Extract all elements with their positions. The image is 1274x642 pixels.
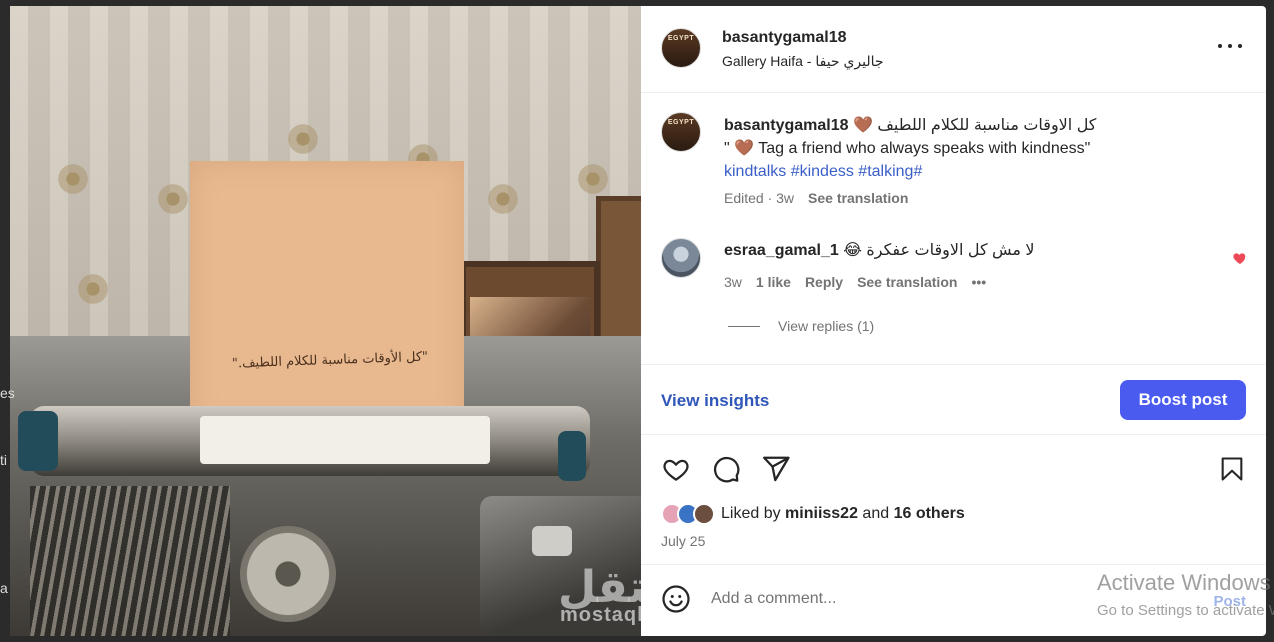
- comment-options-icon[interactable]: •••: [971, 274, 986, 290]
- reply-button[interactable]: Reply: [805, 274, 843, 290]
- paper-bail: [200, 416, 490, 464]
- liked-by-text[interactable]: Liked by miniiss22 and 16 others: [721, 505, 965, 523]
- commenter-avatar[interactable]: [661, 238, 701, 278]
- post-details-panel: EGYPT basantygamal18 Gallery Haifa - جال…: [641, 6, 1266, 636]
- edge-text: a: [0, 580, 8, 596]
- caption-arabic-text: كل الاوقات مناسبة للكلام اللطيف: [877, 117, 1097, 134]
- comment-liked-heart-icon[interactable]: [1232, 250, 1248, 266]
- replies-line: [728, 325, 760, 327]
- comment-text: لا مش كل الاوقات عفكرة: [866, 242, 1035, 259]
- paper-quote: "كل الأوقات مناسبة للكلام اللطيف.": [231, 349, 429, 372]
- view-replies-button[interactable]: View replies (1): [728, 318, 874, 334]
- likes-summary: Liked by miniiss22 and 16 others: [661, 503, 965, 525]
- laughing-emoji: 😂: [843, 242, 862, 259]
- commenter-username[interactable]: esraa_gamal_1: [724, 242, 839, 259]
- post-location[interactable]: Gallery Haifa - جاليري حيفا: [722, 53, 884, 70]
- liker-avatar[interactable]: [693, 503, 715, 525]
- post-actions: [661, 454, 791, 484]
- liked-by-prefix: Liked by: [721, 505, 786, 522]
- comment-bubble-icon[interactable]: [711, 454, 741, 484]
- roller-knob: [558, 431, 586, 481]
- author-username[interactable]: basantygamal18: [722, 29, 847, 47]
- comment-meta: 3w 1 like Reply See translation •••: [724, 274, 986, 290]
- divider: [641, 434, 1266, 435]
- curtain-pattern: [70, 266, 116, 312]
- emoji-smiley-icon[interactable]: [661, 584, 691, 614]
- more-options-button[interactable]: [1218, 40, 1242, 52]
- see-translation-link[interactable]: See translation: [857, 274, 957, 290]
- add-comment-row: Add a comment...: [661, 584, 836, 614]
- brown-heart-emoji: 🤎: [734, 140, 755, 157]
- author-avatar[interactable]: EGYPT: [661, 28, 701, 68]
- liked-by-and: and: [857, 505, 894, 522]
- view-insights-link[interactable]: View insights: [661, 391, 769, 411]
- edge-text: es: [0, 385, 15, 401]
- divider: [641, 92, 1266, 93]
- camera-badge: [532, 526, 572, 556]
- curtain-pattern: [280, 116, 326, 162]
- roller-knob: [18, 411, 58, 471]
- activate-windows-subtitle: Go to Settings to activate Windows.: [1097, 602, 1274, 619]
- more-horizontal-icon: [1218, 44, 1222, 48]
- post-caption: basantygamal18 🤎 كل الاوقات مناسبة للكلا…: [724, 114, 1224, 183]
- typewriter-roller: [30, 406, 590, 476]
- boost-post-button[interactable]: Boost post: [1120, 380, 1246, 420]
- curtain-pattern: [480, 176, 526, 222]
- bookmark-save-icon[interactable]: [1218, 454, 1246, 484]
- post-photo[interactable]: "كل الأوقات مناسبة للكلام اللطيف." مستقل: [10, 6, 641, 636]
- ribbon-reel: [240, 526, 336, 622]
- caption-hashtags[interactable]: kindtalks #kindess #talking#: [724, 160, 1224, 183]
- curtain-pattern: [50, 156, 96, 202]
- comment-input[interactable]: Add a comment...: [711, 590, 836, 608]
- divider: [641, 564, 1266, 565]
- typewriter-paper: "كل الأوقات مناسبة للكلام اللطيف.": [190, 161, 464, 431]
- avatar-text: EGYPT: [667, 35, 695, 42]
- caption-quote-mark: ": [724, 140, 730, 157]
- liked-by-others[interactable]: 16 others: [894, 505, 965, 522]
- avatar-text: EGYPT: [667, 119, 695, 126]
- more-horizontal-icon: [1238, 44, 1242, 48]
- see-translation-link[interactable]: See translation: [808, 190, 908, 206]
- caption-line-1: basantygamal18 🤎 كل الاوقات مناسبة للكلا…: [724, 114, 1224, 137]
- typebars: [30, 486, 230, 636]
- caption-english-text: Tag a friend who always speaks with kind…: [758, 140, 1091, 157]
- activate-windows-title: Activate Windows: [1097, 570, 1271, 595]
- post-date[interactable]: July 25: [661, 533, 705, 549]
- liked-by-user[interactable]: miniiss22: [785, 505, 858, 522]
- comment-likes[interactable]: 1 like: [756, 274, 791, 290]
- more-horizontal-icon: [1228, 44, 1232, 48]
- share-send-icon[interactable]: [761, 454, 791, 484]
- caption-line-2: " 🤎 Tag a friend who always speaks with …: [724, 137, 1224, 160]
- edge-text: ti: [0, 452, 7, 468]
- brown-heart-emoji: 🤎: [852, 117, 873, 134]
- caption-username[interactable]: basantygamal18: [724, 117, 849, 134]
- comment-time: 3w: [724, 274, 742, 290]
- caption-meta: Edited · 3w See translation: [724, 190, 908, 206]
- divider: [641, 364, 1266, 365]
- like-heart-icon[interactable]: [661, 454, 691, 484]
- caption-avatar[interactable]: EGYPT: [661, 112, 701, 152]
- view-replies-label: View replies (1): [778, 318, 875, 334]
- comment-body: esraa_gamal_1 😂 لا مش كل الاوقات عفكرة: [724, 240, 1204, 260]
- edited-timestamp: Edited · 3w: [724, 190, 795, 206]
